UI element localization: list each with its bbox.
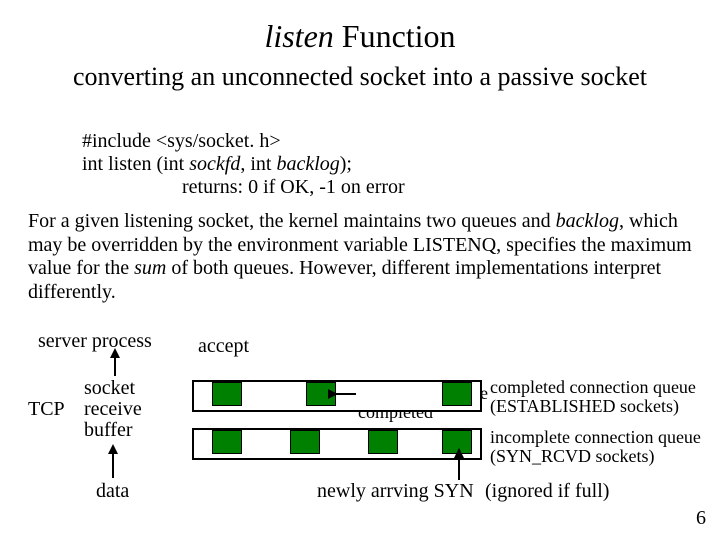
label-server-process: server process	[38, 330, 152, 353]
label-ignored-if-full: (ignored if full)	[485, 480, 609, 503]
queue-item	[442, 382, 472, 406]
icq-line: (SYN_RCVD sockets)	[490, 447, 701, 466]
label-accept: accept	[198, 335, 249, 358]
queue-item	[290, 430, 320, 454]
para-italic-backlog: backlog	[556, 210, 619, 232]
sig-post: );	[340, 153, 352, 175]
label-data: data	[96, 480, 129, 503]
icq-line: incomplete connection queue	[490, 428, 701, 447]
include-line: #include <sys/socket. h>	[82, 130, 642, 153]
sig-pre: int listen (int	[82, 153, 189, 175]
signature-line: int listen (int sockfd, int backlog);	[82, 153, 642, 176]
slide-subtitle: converting an unconnected socket into a …	[0, 62, 720, 92]
arrow-line	[336, 393, 356, 395]
queue-item	[368, 430, 398, 454]
arrow-line	[112, 452, 114, 478]
sig-mid: , int	[240, 153, 276, 175]
title-rest: Function	[334, 18, 456, 54]
label-socket-receive-buffer: socket receive buffer	[84, 378, 142, 441]
arrow-up-icon	[108, 444, 118, 454]
slide-title: listen Function	[0, 18, 720, 55]
arrow-left-icon	[328, 389, 338, 399]
title-italic: listen	[264, 18, 333, 54]
description-paragraph: For a given listening socket, the kernel…	[28, 210, 692, 304]
srb-line: buffer	[84, 420, 142, 441]
label-incomplete-queue: incomplete connection queue (SYN_RCVD so…	[490, 428, 701, 466]
ccq-line: completed connection queue	[490, 378, 696, 397]
para-text: For a given listening socket, the kernel…	[28, 210, 556, 232]
label-newly-arriving-syn: newly arrving SYN	[317, 480, 474, 503]
label-completed-queue: completed connection queue (ESTABLISHED …	[490, 378, 696, 416]
srb-line: socket	[84, 378, 142, 399]
arrow-line	[114, 356, 116, 376]
para-italic-sum: sum	[134, 257, 166, 279]
arrow-line	[458, 456, 460, 480]
arrow-up-icon	[110, 348, 120, 358]
page-number: 6	[696, 507, 706, 530]
sig-arg2: backlog	[276, 153, 339, 175]
queue-item	[212, 430, 242, 454]
function-signature: #include <sys/socket. h> int listen (int…	[82, 130, 642, 199]
arrow-up-icon	[454, 448, 464, 458]
label-tcp: TCP	[28, 398, 65, 421]
returns-line: returns: 0 if OK, -1 on error	[82, 176, 642, 199]
queue-item	[212, 382, 242, 406]
ccq-line: (ESTABLISHED sockets)	[490, 397, 696, 416]
srb-line: receive	[84, 399, 142, 420]
sig-arg1: sockfd	[189, 153, 240, 175]
